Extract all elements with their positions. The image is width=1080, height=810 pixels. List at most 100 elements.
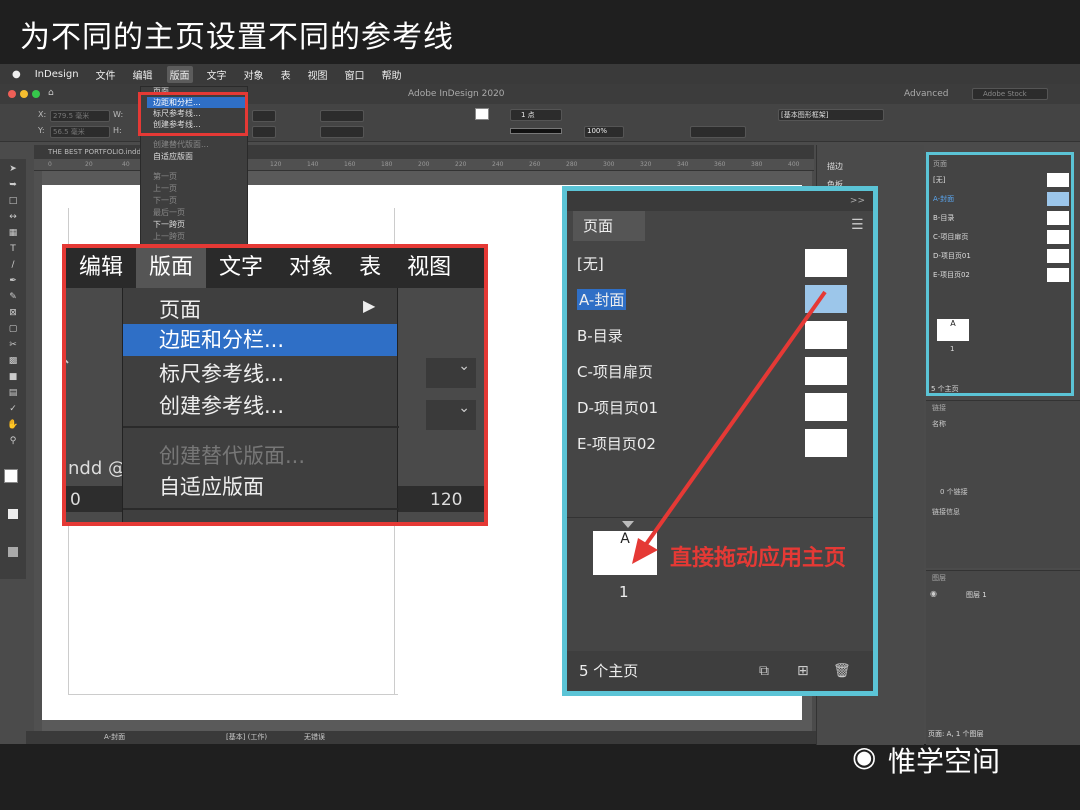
y-field[interactable]: 56.5 毫米 bbox=[50, 126, 110, 138]
small-master-row[interactable]: B-目录 bbox=[933, 213, 954, 223]
small-master-thumb[interactable] bbox=[1047, 173, 1069, 187]
menu-table[interactable]: 表 bbox=[278, 66, 294, 83]
home-icon[interactable]: ⌂ bbox=[48, 88, 54, 98]
scale-y-field[interactable] bbox=[320, 126, 364, 138]
object-style-select[interactable]: [基本图形框架] bbox=[778, 109, 884, 121]
small-master-thumb[interactable] bbox=[1047, 268, 1069, 282]
hand-tool-icon[interactable]: ✋ bbox=[6, 419, 20, 431]
layer-row[interactable]: 图层 1 bbox=[966, 590, 987, 600]
line-tool-icon[interactable]: / bbox=[6, 259, 20, 271]
small-master-row[interactable]: C-项目扉页 bbox=[933, 232, 968, 242]
opacity-field[interactable]: 100% bbox=[584, 126, 624, 138]
menu-item-next-spread[interactable]: 下一跨页 bbox=[153, 219, 185, 230]
menu-help[interactable]: 帮助 bbox=[379, 66, 405, 83]
menu-item-alt-layout: 创建替代版面... bbox=[153, 140, 209, 149]
zoom-item-ruler-guides[interactable]: 标尺参考线... bbox=[159, 358, 284, 388]
small-master-row[interactable]: [无] bbox=[933, 175, 945, 185]
dock-item-stroke[interactable]: 描边 bbox=[827, 161, 843, 172]
menu-view[interactable]: 视图 bbox=[305, 66, 331, 83]
zoom-menu-layout[interactable]: 版面 bbox=[136, 248, 207, 288]
fill-stroke-icon[interactable] bbox=[4, 469, 18, 483]
eyedropper-tool-icon[interactable]: ✓ bbox=[6, 403, 20, 415]
scissors-tool-icon[interactable]: ✂ bbox=[6, 339, 20, 351]
small-pages-tab[interactable]: 页面 bbox=[933, 159, 947, 169]
small-page-thumb[interactable]: A bbox=[937, 319, 969, 341]
formatting-icon[interactable] bbox=[8, 509, 18, 519]
stock-search-input[interactable]: Adobe Stock bbox=[972, 88, 1048, 100]
zoom-menu-object[interactable]: 对象 bbox=[276, 248, 346, 288]
small-master-row[interactable]: E-项目页02 bbox=[933, 270, 970, 280]
pen-tool-icon[interactable]: ✒ bbox=[6, 275, 20, 287]
minimize-icon[interactable] bbox=[20, 90, 28, 98]
small-master-row[interactable]: D-项目页01 bbox=[933, 251, 971, 261]
small-master-thumb[interactable] bbox=[1047, 211, 1069, 225]
zoom-item-margins-columns[interactable]: 边距和分栏... bbox=[123, 324, 397, 356]
link-info-toggle[interactable]: 链接信息 bbox=[932, 507, 960, 517]
small-master-row[interactable]: A-封面 bbox=[933, 194, 954, 204]
free-transform-tool-icon[interactable]: ▩ bbox=[6, 355, 20, 367]
rectangle-tool-icon[interactable]: ▢ bbox=[6, 323, 20, 335]
stroke-weight-field[interactable]: 1 点 bbox=[510, 109, 562, 121]
selection-tool-icon[interactable]: ➤ bbox=[6, 163, 20, 175]
small-master-thumb[interactable] bbox=[1047, 230, 1069, 244]
pages-tab[interactable]: 页面 bbox=[573, 211, 645, 241]
menu-edit[interactable]: 编辑 bbox=[130, 66, 156, 83]
eye-icon[interactable]: ◉ bbox=[930, 589, 937, 598]
menu-layout[interactable]: 版面 bbox=[166, 65, 193, 83]
gradient-tool-icon[interactable]: ■ bbox=[6, 371, 20, 383]
apple-icon[interactable]: ● bbox=[12, 69, 21, 80]
note-tool-icon[interactable]: ▤ bbox=[6, 387, 20, 399]
type-tool-icon[interactable]: T bbox=[6, 243, 20, 255]
links-header-name[interactable]: 名称 bbox=[932, 419, 946, 429]
panel-collapse-icon[interactable]: >> bbox=[567, 191, 873, 211]
menu-item-liquid-layout[interactable]: 自适应版面 bbox=[153, 151, 193, 162]
h-field[interactable] bbox=[252, 126, 276, 138]
zoom-item-create-guides[interactable]: 创建参考线... bbox=[159, 390, 284, 420]
layers-tab[interactable]: 图层 bbox=[932, 573, 946, 583]
small-master-thumb[interactable] bbox=[1047, 192, 1069, 206]
master-row-none[interactable]: [无] bbox=[577, 253, 604, 274]
small-master-thumb[interactable] bbox=[1047, 249, 1069, 263]
zoom-dropdown-icon[interactable]: ⌄ bbox=[426, 400, 476, 430]
pencil-tool-icon[interactable]: ✎ bbox=[6, 291, 20, 303]
delete-page-icon[interactable]: 🗑 bbox=[833, 663, 851, 679]
preflight-profile[interactable]: [基本] (工作) bbox=[226, 731, 267, 744]
gap-tool-icon[interactable]: ↔ bbox=[6, 211, 20, 223]
fx-select[interactable] bbox=[690, 126, 746, 138]
zoom-window-icon[interactable] bbox=[32, 90, 40, 98]
direct-selection-tool-icon[interactable]: ➥ bbox=[6, 179, 20, 191]
zoom-item-liquid-layout[interactable]: 自适应版面 bbox=[159, 471, 264, 501]
page-select[interactable]: A-封面 bbox=[104, 731, 125, 744]
menu-type[interactable]: 文字 bbox=[204, 66, 230, 83]
master-thumb[interactable] bbox=[805, 249, 847, 277]
menu-object[interactable]: 对象 bbox=[241, 66, 267, 83]
scale-x-field[interactable] bbox=[320, 110, 364, 122]
zoom-item-pages[interactable]: 页面 bbox=[159, 294, 201, 324]
content-collector-icon[interactable]: ▦ bbox=[6, 227, 20, 239]
zoom-menu-view[interactable]: 视图 bbox=[394, 248, 464, 288]
zoom-menu-type[interactable]: 文字 bbox=[206, 248, 276, 288]
zoom-tool-icon[interactable]: ⚲ bbox=[6, 435, 20, 447]
margin-guide-bottom[interactable] bbox=[68, 694, 398, 695]
links-tab[interactable]: 链接 bbox=[932, 403, 946, 413]
screen-mode-icon[interactable] bbox=[8, 547, 18, 557]
zoom-menu-table[interactable]: 表 bbox=[346, 248, 394, 288]
page-tool-icon[interactable]: □ bbox=[6, 195, 20, 207]
x-field[interactable]: 279.5 毫米 bbox=[50, 110, 110, 122]
new-page-icon[interactable]: ⊞ bbox=[797, 663, 809, 679]
close-icon[interactable] bbox=[8, 90, 16, 98]
stroke-type-select[interactable] bbox=[510, 128, 562, 134]
fill-swatch-icon[interactable] bbox=[475, 108, 489, 120]
panel-menu-icon[interactable]: ☰ bbox=[851, 217, 864, 233]
rectangle-frame-tool-icon[interactable]: ⊠ bbox=[6, 307, 20, 319]
menu-indesign[interactable]: InDesign bbox=[32, 68, 82, 81]
workspace-switcher[interactable]: Advanced bbox=[904, 89, 948, 99]
edit-page-size-icon[interactable]: ⧉ bbox=[759, 663, 769, 679]
w-field[interactable] bbox=[252, 110, 276, 122]
preflight-status[interactable]: 无错误 bbox=[304, 731, 325, 744]
zoom-menu-edit[interactable]: 编辑 bbox=[66, 248, 136, 288]
menu-window[interactable]: 窗口 bbox=[342, 66, 368, 83]
menu-file[interactable]: 文件 bbox=[93, 66, 119, 83]
zoom-chevron-icon[interactable]: ⌃ bbox=[66, 354, 73, 378]
zoom-dropdown-icon[interactable]: ⌄ bbox=[426, 358, 476, 388]
